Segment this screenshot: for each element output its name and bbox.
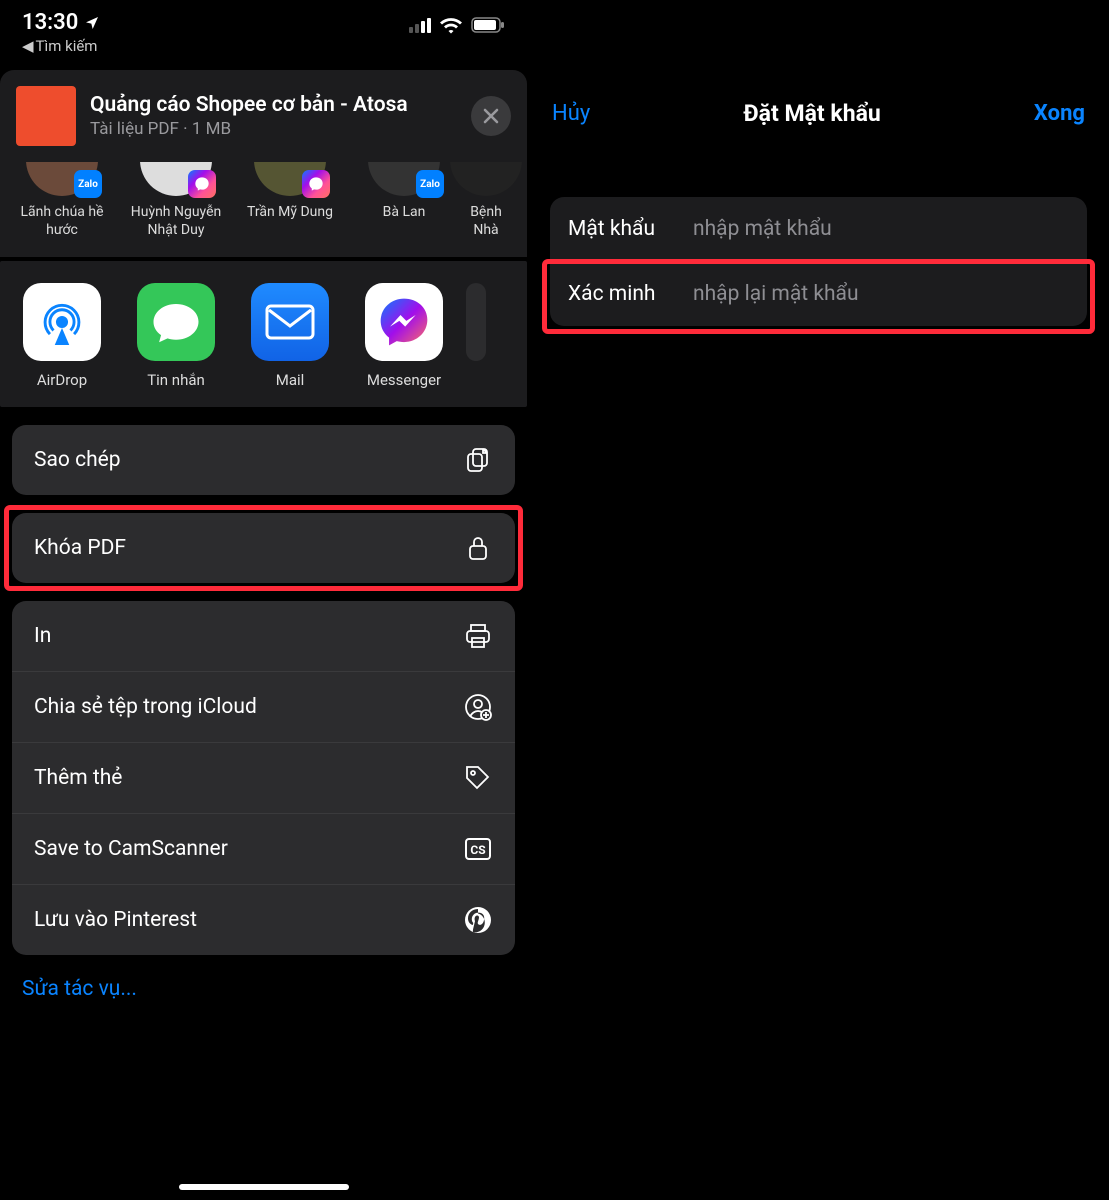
battery-icon: [471, 17, 505, 33]
nav-bar: Hủy Đặt Mật khẩu Xong: [528, 0, 1109, 127]
camscanner-icon: CS: [463, 834, 493, 864]
set-password-screen: Hủy Đặt Mật khẩu Xong Mật khẩu Xác minh: [528, 0, 1109, 1200]
contact-item[interactable]: Trần Mỹ Dung: [238, 168, 342, 239]
document-header: Quảng cáo Shopee cơ bản - Atosa Tài liệu…: [0, 70, 527, 162]
action-print[interactable]: In: [12, 601, 515, 671]
nav-title: Đặt Mật khẩu: [743, 100, 880, 127]
action-label: Save to CamScanner: [34, 837, 228, 861]
password-label: Mật khẩu: [568, 217, 693, 241]
status-time: 13:30: [22, 10, 78, 35]
contact-item[interactable]: Zalo Lãnh chúa hề hước: [10, 168, 114, 239]
lock-icon: [463, 533, 493, 563]
messenger-badge-icon: [302, 170, 330, 198]
status-bar: 13:30 ◀ Tìm kiếm: [0, 0, 527, 60]
contact-name: Huỳnh Nguyễn Nhật Duy: [124, 204, 228, 239]
contact-name: Lãnh chúa hề hước: [10, 204, 114, 239]
mail-icon: [251, 283, 329, 361]
back-to-app-label: Tìm kiếm: [36, 37, 98, 55]
edit-actions-link[interactable]: Sửa tác vụ...: [0, 955, 527, 1023]
close-button[interactable]: [471, 96, 511, 136]
action-add-tag[interactable]: Thêm thẻ: [12, 742, 515, 813]
done-button[interactable]: Xong: [1034, 101, 1085, 126]
document-title: Quảng cáo Shopee cơ bản - Atosa: [90, 93, 457, 117]
cancel-button[interactable]: Hủy: [552, 101, 590, 126]
app-mail[interactable]: Mail: [238, 283, 342, 389]
app-label: Tin nhắn: [147, 371, 205, 389]
app-label: Mail: [276, 371, 305, 389]
apps-row: AirDrop Tin nhắn Mail Messenger: [0, 261, 527, 407]
action-save-pinterest[interactable]: Lưu vào Pinterest: [12, 884, 515, 955]
password-form: Mật khẩu Xác minh: [550, 197, 1087, 326]
action-label: Khóa PDF: [34, 536, 126, 560]
cell-signal-icon: [409, 17, 431, 33]
app-messages[interactable]: Tin nhắn: [124, 283, 228, 389]
app-label: AirDrop: [37, 371, 87, 389]
contact-name: Bà Lan: [383, 204, 426, 238]
action-label: In: [34, 624, 51, 648]
contacts-row: Zalo Lãnh chúa hề hước Huỳnh Nguyễn Nhật…: [0, 162, 527, 257]
verify-field-row: Xác minh: [550, 261, 1087, 326]
action-icloud-share[interactable]: Chia sẻ tệp trong iCloud: [12, 671, 515, 742]
action-group-more: In Chia sẻ tệp trong iCloud Thêm thẻ Sav…: [12, 601, 515, 955]
action-label: Sao chép: [34, 448, 121, 472]
zalo-badge-icon: Zalo: [74, 170, 102, 198]
action-copy[interactable]: Sao chép: [12, 425, 515, 495]
contact-item[interactable]: Huỳnh Nguyễn Nhật Duy: [124, 168, 228, 239]
contact-item[interactable]: Bệnh Nhà: [466, 168, 506, 239]
document-subtitle: Tài liệu PDF · 1 MB: [90, 119, 457, 139]
action-save-camscanner[interactable]: Save to CamScanner CS: [12, 813, 515, 884]
contact-name: Trần Mỹ Dung: [247, 204, 333, 238]
action-lock-pdf[interactable]: Khóa PDF: [12, 513, 515, 583]
action-group-lock: Khóa PDF: [12, 513, 515, 583]
more-icon: [466, 283, 486, 361]
password-field-row: Mật khẩu: [550, 197, 1087, 261]
app-label: Messenger: [367, 371, 441, 389]
back-to-app[interactable]: ◀ Tìm kiếm: [22, 37, 97, 55]
person-add-icon: [463, 692, 493, 722]
zalo-badge-icon: Zalo: [416, 170, 444, 198]
action-label: Chia sẻ tệp trong iCloud: [34, 695, 257, 719]
close-icon: [482, 107, 500, 125]
copy-icon: [463, 445, 493, 475]
app-airdrop[interactable]: AirDrop: [10, 283, 114, 389]
action-group-copy: Sao chép: [12, 425, 515, 495]
document-thumbnail: [16, 86, 76, 146]
verify-input[interactable]: [693, 282, 1069, 306]
messenger-icon: [365, 283, 443, 361]
messenger-badge-icon: [188, 170, 216, 198]
messages-icon: [137, 283, 215, 361]
contact-name: Bệnh Nhà: [466, 204, 506, 239]
share-sheet-screen: 13:30 ◀ Tìm kiếm Quảng cáo Shopee cơ bản…: [0, 0, 528, 1200]
tag-icon: [463, 763, 493, 793]
wifi-icon: [439, 16, 463, 34]
print-icon: [463, 621, 493, 651]
home-indicator[interactable]: [179, 1184, 349, 1190]
password-input[interactable]: [693, 217, 1069, 241]
action-label: Lưu vào Pinterest: [34, 908, 197, 932]
verify-label: Xác minh: [568, 282, 693, 306]
airdrop-icon: [23, 283, 101, 361]
pinterest-icon: [463, 905, 493, 935]
location-icon: [84, 15, 100, 31]
action-label: Thêm thẻ: [34, 766, 122, 790]
app-messenger[interactable]: Messenger: [352, 283, 456, 389]
svg-text:CS: CS: [470, 843, 485, 857]
app-more[interactable]: [466, 283, 486, 389]
contact-item[interactable]: Zalo Bà Lan: [352, 168, 456, 239]
